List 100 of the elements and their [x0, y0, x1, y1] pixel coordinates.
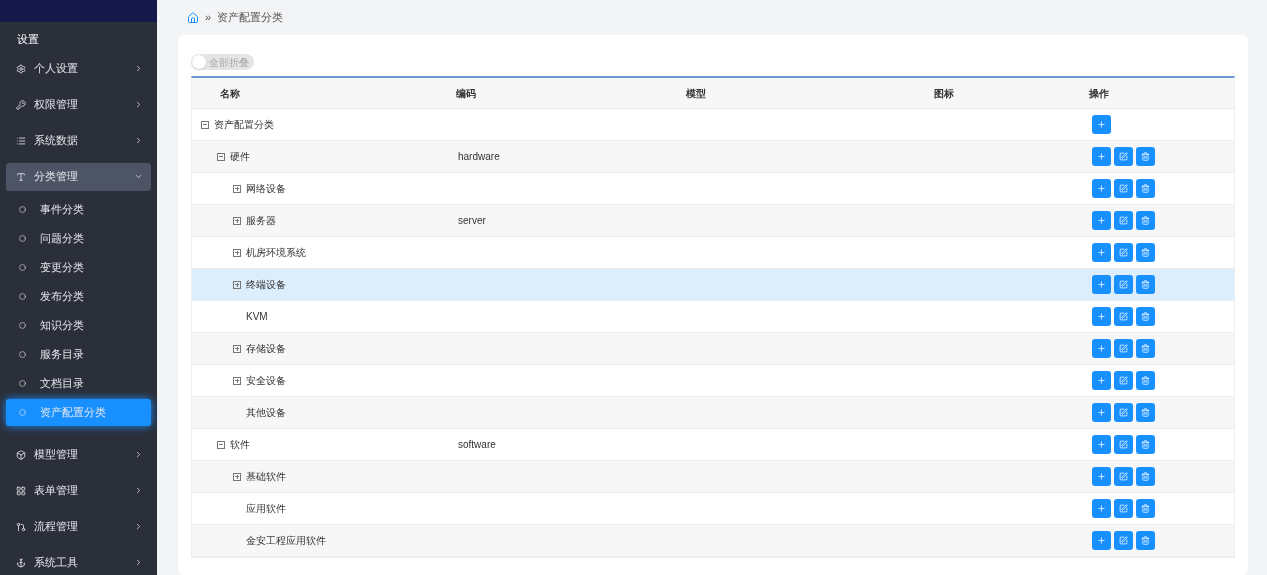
edit-button[interactable]: [1114, 307, 1133, 326]
edit-button[interactable]: [1114, 275, 1133, 294]
edit-button[interactable]: [1114, 499, 1133, 518]
edit-button[interactable]: [1114, 339, 1133, 358]
chevron-down-icon: [134, 172, 143, 181]
menu-item[interactable]: 系统工具: [6, 548, 151, 575]
submenu-item[interactable]: 事件分类: [6, 195, 151, 223]
add-button[interactable]: [1092, 115, 1111, 134]
delete-button[interactable]: [1136, 531, 1155, 550]
submenu-item[interactable]: 知识分类: [6, 311, 151, 339]
menu-item[interactable]: 个人设置: [6, 54, 151, 83]
delete-button[interactable]: [1136, 499, 1155, 518]
expand-icon[interactable]: [233, 280, 241, 289]
delete-button[interactable]: [1136, 147, 1155, 166]
trash-icon: [1141, 408, 1150, 417]
expand-icon[interactable]: [233, 216, 241, 225]
expand-icon[interactable]: [233, 344, 241, 353]
edit-button[interactable]: [1114, 179, 1133, 198]
trash-icon: [1141, 504, 1150, 513]
pencil-icon: [1119, 440, 1128, 449]
edit-button[interactable]: [1114, 243, 1133, 262]
trash-icon: [1141, 536, 1150, 545]
delete-button[interactable]: [1136, 403, 1155, 422]
collapse-icon[interactable]: [217, 152, 225, 161]
table-cell: server: [458, 215, 486, 226]
delete-button[interactable]: [1136, 211, 1155, 230]
delete-button[interactable]: [1136, 243, 1155, 262]
chevron-right-icon: [134, 450, 143, 459]
section-title: 设置: [16, 32, 40, 47]
menu-item[interactable]: 系统数据: [6, 126, 151, 155]
plus-icon: [1097, 216, 1106, 225]
table-row[interactable]: 服务器 server: [192, 205, 1234, 237]
trash-icon: [1141, 216, 1150, 225]
pencil-icon: [1119, 248, 1128, 257]
column-header: 图标: [934, 87, 954, 99]
table-row[interactable]: 硬件 hardware: [192, 141, 1234, 173]
add-button[interactable]: [1092, 339, 1111, 358]
table-row[interactable]: 金安工程应用软件: [192, 525, 1234, 557]
edit-button[interactable]: [1114, 435, 1133, 454]
submenu-item[interactable]: 变更分类: [6, 253, 151, 281]
branch-icon: [16, 521, 26, 532]
menu-item[interactable]: 分类管理: [6, 162, 151, 191]
circle-icon: [19, 379, 26, 387]
menu-item[interactable]: 权限管理: [6, 90, 151, 119]
expand-icon[interactable]: [233, 376, 241, 385]
plus-icon: [1097, 440, 1106, 449]
edit-button[interactable]: [1114, 467, 1133, 486]
submenu-item[interactable]: 发布分类: [6, 282, 151, 310]
table-row[interactable]: 其他设备: [192, 397, 1234, 429]
edit-button[interactable]: [1114, 211, 1133, 230]
edit-button[interactable]: [1114, 371, 1133, 390]
circle-icon: [19, 263, 26, 271]
add-button[interactable]: [1092, 531, 1111, 550]
add-button[interactable]: [1092, 371, 1111, 390]
add-button[interactable]: [1092, 243, 1111, 262]
delete-button[interactable]: [1136, 275, 1155, 294]
submenu-item[interactable]: 文档目录: [6, 369, 151, 397]
add-button[interactable]: [1092, 211, 1111, 230]
delete-button[interactable]: [1136, 339, 1155, 358]
add-button[interactable]: [1092, 275, 1111, 294]
add-button[interactable]: [1092, 403, 1111, 422]
delete-button[interactable]: [1136, 435, 1155, 454]
add-button[interactable]: [1092, 435, 1111, 454]
edit-button[interactable]: [1114, 531, 1133, 550]
expand-icon[interactable]: [233, 184, 241, 193]
delete-button[interactable]: [1136, 179, 1155, 198]
table-row[interactable]: 终端设备: [192, 269, 1234, 301]
table-row[interactable]: 存储设备: [192, 333, 1234, 365]
column-header: 名称: [220, 87, 240, 99]
text-icon: [16, 171, 26, 182]
home-icon[interactable]: [187, 11, 199, 24]
menu-item[interactable]: 表单管理: [6, 476, 151, 505]
add-button[interactable]: [1092, 467, 1111, 486]
edit-button[interactable]: [1114, 403, 1133, 422]
add-button[interactable]: [1092, 179, 1111, 198]
pencil-icon: [1119, 376, 1128, 385]
menu-item[interactable]: 流程管理: [6, 512, 151, 541]
menu-item[interactable]: 模型管理: [6, 440, 151, 469]
delete-button[interactable]: [1136, 467, 1155, 486]
delete-button[interactable]: [1136, 307, 1155, 326]
add-button[interactable]: [1092, 307, 1111, 326]
expand-icon[interactable]: [233, 248, 241, 257]
trash-icon: [1141, 312, 1150, 321]
table-row[interactable]: 基础软件: [192, 461, 1234, 493]
plus-icon: [1097, 312, 1106, 321]
add-button[interactable]: [1092, 499, 1111, 518]
collapse-icon[interactable]: [201, 120, 209, 129]
submenu-item[interactable]: 服务目录: [6, 340, 151, 368]
table-cell-text: 资产配置分类: [214, 118, 274, 132]
collapse-icon[interactable]: [217, 440, 225, 449]
add-button[interactable]: [1092, 147, 1111, 166]
grid-icon: [16, 485, 26, 496]
submenu-item[interactable]: 问题分类: [6, 224, 151, 252]
breadcrumb-current: 资产配置分类: [217, 10, 284, 26]
edit-button[interactable]: [1114, 147, 1133, 166]
circle-icon: [19, 321, 26, 329]
plus-icon: [1097, 152, 1106, 161]
expand-icon[interactable]: [233, 472, 241, 481]
delete-button[interactable]: [1136, 371, 1155, 390]
breadcrumb-separator: »: [205, 10, 212, 26]
